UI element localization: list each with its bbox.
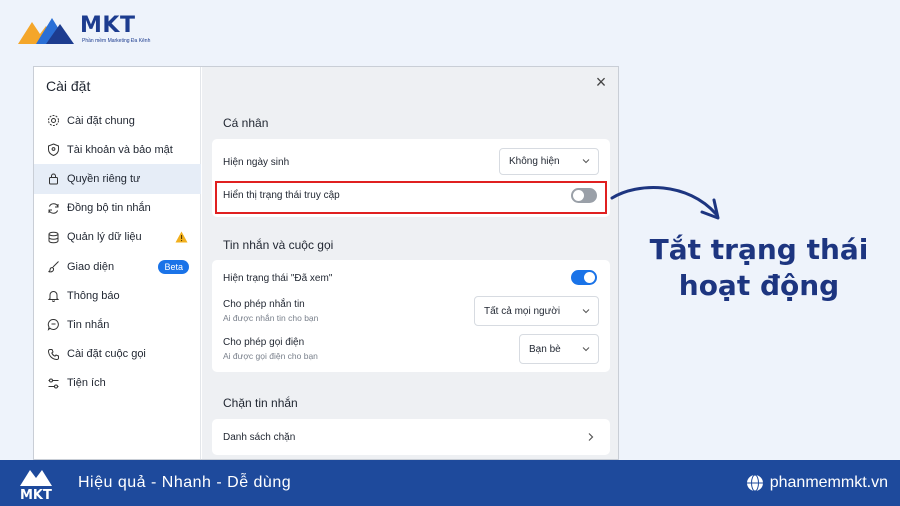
- chevron-down-icon: [582, 347, 590, 352]
- sidebar-item-8[interactable]: Tin nhắn: [34, 310, 201, 339]
- allow-msg-dropdown-value: Tất cả mọi người: [484, 305, 561, 317]
- seen-row: Hiện trạng thái "Đã xem": [212, 260, 610, 294]
- logo-brand-text: MKT: [80, 13, 136, 38]
- sidebar-item-label: Cài đặt cuộc gọi: [67, 348, 146, 361]
- allow-call-label: Cho phép gọi điện: [223, 337, 305, 348]
- sidebar-item-label: Quyền riêng tư: [67, 172, 141, 185]
- birthday-row: Hiện ngày sinh Không hiện: [212, 139, 610, 178]
- settings-content: × Cá nhân Hiện ngày sinh Không hiện Hiển…: [202, 67, 618, 459]
- sidebar-item-1[interactable]: Cài đặt chung: [34, 106, 201, 135]
- allow-msg-row: Cho phép nhắn tin Ai được nhắn tin cho b…: [212, 294, 610, 334]
- svg-text:MKT: MKT: [20, 488, 52, 503]
- sidebar-item-10[interactable]: Tiện ích: [34, 369, 201, 398]
- footer-website[interactable]: phanmemmkt.vn: [746, 474, 888, 492]
- logo-tagline: Phần mềm Marketing Đa Kênh: [82, 38, 151, 44]
- sidebar-item-label: Tài khoản và bảo mật: [67, 143, 173, 156]
- allow-msg-dropdown[interactable]: Tất cả mọi người: [474, 296, 599, 326]
- mkt-logo-icon: [18, 18, 74, 44]
- footer-tagline: Hiệu quả - Nhanh - Dễ dùng: [78, 474, 292, 491]
- sidebar-item-6[interactable]: Giao diện Beta: [34, 252, 201, 281]
- sidebar-item-5[interactable]: Quản lý dữ liệu: [34, 223, 201, 252]
- footer-site-text: phanmemmkt.vn: [769, 474, 888, 491]
- section-title-block: Chặn tin nhắn: [223, 396, 298, 410]
- block-list-label: Danh sách chặn: [223, 432, 296, 443]
- annotation-text: Tắt trạng thái hoạt động: [630, 232, 888, 304]
- globe-icon: [746, 474, 763, 492]
- sync-icon: [47, 202, 60, 215]
- annotation-line-2: hoạt động: [678, 269, 840, 302]
- footer-logo-icon: MKT: [20, 470, 52, 503]
- lock-icon: [47, 172, 60, 185]
- chevron-down-icon: [582, 309, 590, 314]
- gear-icon: [47, 114, 60, 127]
- allow-msg-label: Cho phép nhắn tin: [223, 299, 305, 310]
- beta-badge: Beta: [158, 259, 189, 274]
- chevron-right-icon: [588, 433, 594, 441]
- allow-call-dropdown-value: Bạn bè: [529, 343, 561, 355]
- messages-card: Hiện trạng thái "Đã xem" Cho phép nhắn t…: [212, 260, 610, 372]
- section-title-messages: Tin nhắn và cuộc gọi: [223, 238, 334, 252]
- brush-icon: [47, 260, 60, 273]
- annotation-line-1: Tắt trạng thái: [649, 233, 869, 266]
- close-button[interactable]: ×: [592, 73, 610, 91]
- settings-title: Cài đặt: [46, 78, 91, 94]
- annotation-arrow-icon: [610, 185, 720, 220]
- sidebar-item-label: Đồng bộ tin nhắn: [67, 202, 151, 215]
- sliders-icon: [47, 377, 60, 390]
- settings-sidebar: Cài đặt Cài đặt chung Tài khoản và bảo mậ…: [34, 67, 201, 459]
- database-icon: [47, 231, 60, 244]
- birthday-label: Hiện ngày sinh: [223, 157, 290, 168]
- sidebar-item-label: Tin nhắn: [67, 318, 110, 331]
- allow-call-dropdown[interactable]: Bạn bè: [519, 334, 599, 364]
- footer-bar: MKT Hiệu quả - Nhanh - Dễ dùng phanmemmk…: [0, 460, 900, 506]
- toggle-knob: [584, 272, 595, 283]
- sidebar-item-2[interactable]: Tài khoản và bảo mật: [34, 135, 201, 164]
- birthday-dropdown-value: Không hiện: [509, 156, 560, 167]
- warning-icon: [175, 231, 188, 243]
- allow-call-row: Cho phép gọi điện Ai được gọi điện cho b…: [212, 334, 610, 372]
- birthday-dropdown[interactable]: Không hiện: [499, 148, 599, 175]
- settings-window: Cài đặt Cài đặt chung Tài khoản và bảo mậ…: [33, 66, 619, 460]
- shield-icon: [47, 143, 60, 157]
- bell-icon: [47, 289, 60, 303]
- block-card[interactable]: Danh sách chặn: [212, 419, 610, 455]
- sidebar-item-label: Quản lý dữ liệu: [67, 231, 142, 244]
- sidebar-item-9[interactable]: Cài đặt cuộc gọi: [34, 340, 201, 369]
- chat-icon: [47, 318, 60, 332]
- allow-msg-sub: Ai được nhắn tin cho bạn: [223, 313, 319, 323]
- seen-label: Hiện trạng thái "Đã xem": [223, 273, 333, 284]
- sidebar-item-label: Giao diện: [67, 260, 115, 273]
- sidebar-item-3[interactable]: Quyền riêng tư: [34, 164, 201, 194]
- seen-toggle[interactable]: [571, 270, 597, 285]
- mkt-logo: MKT Phần mềm Marketing Đa Kênh: [16, 14, 150, 48]
- sidebar-item-label: Tiện ích: [67, 377, 106, 390]
- phone-icon: [47, 348, 60, 361]
- highlight-box: [215, 181, 607, 214]
- section-title-personal: Cá nhân: [223, 116, 269, 130]
- sidebar-item-4[interactable]: Đồng bộ tin nhắn: [34, 194, 201, 223]
- sidebar-list: Cài đặt chung Tài khoản và bảo mật Quyền r…: [34, 106, 201, 398]
- sidebar-item-label: Cài đặt chung: [67, 114, 135, 127]
- sidebar-item-7[interactable]: Thông báo: [34, 281, 201, 310]
- sidebar-item-label: Thông báo: [67, 289, 120, 302]
- allow-call-sub: Ai được gọi điện cho bạn: [223, 351, 318, 361]
- chevron-down-icon: [582, 159, 590, 164]
